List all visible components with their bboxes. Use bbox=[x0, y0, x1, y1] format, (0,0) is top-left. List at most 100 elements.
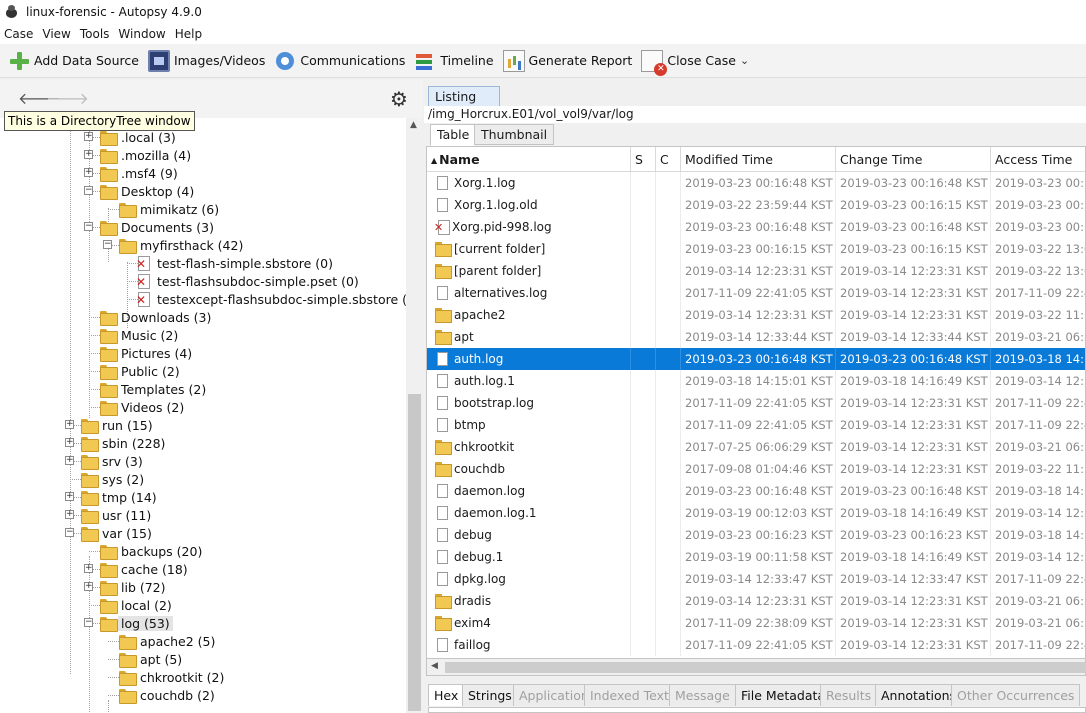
tree-node[interactable]: + tmp (14) bbox=[0, 488, 406, 506]
table-row[interactable]: dpkg.log 2019-03-14 12:33:47 KST 2019-03-1… bbox=[427, 568, 1085, 590]
expand-icon[interactable]: + bbox=[84, 150, 93, 159]
table-row[interactable]: faillog 2017-11-09 22:41:05 KST 2019-03-14… bbox=[427, 634, 1085, 656]
table-row[interactable]: daemon.log 2019-03-23 00:16:48 KST 2019-03… bbox=[427, 480, 1085, 502]
menu-case[interactable]: Case bbox=[4, 27, 33, 41]
tree-node[interactable]: ✕ testexcept-flashsubdoc-simple.sbstore (… bbox=[0, 290, 406, 308]
table-row[interactable]: debug.1 2019-03-19 00:11:58 KST 2019-03-18… bbox=[427, 546, 1085, 568]
tree-node[interactable]: apache2 (5) bbox=[0, 632, 406, 650]
tab-hex[interactable]: Hex bbox=[428, 684, 465, 706]
tree-node[interactable]: Videos (2) bbox=[0, 398, 406, 416]
tab-message[interactable]: Message bbox=[669, 684, 736, 706]
tree-node[interactable]: + run (15) bbox=[0, 416, 406, 434]
table-row[interactable]: exim4 2017-11-09 22:38:09 KST 2019-03-14 1… bbox=[427, 612, 1085, 634]
tree-node[interactable]: + sbin (228) bbox=[0, 434, 406, 452]
tree-node[interactable]: apt (5) bbox=[0, 650, 406, 668]
tab-strings[interactable]: Strings bbox=[462, 684, 518, 706]
tree-scrollbar[interactable]: ▲ bbox=[406, 118, 423, 713]
tab-other-occurrences[interactable]: Other Occurrences bbox=[951, 684, 1081, 706]
images-videos-button[interactable]: Images/Videos bbox=[147, 47, 265, 75]
column-header-modified-time[interactable]: Modified Time bbox=[681, 147, 836, 172]
expand-icon[interactable]: + bbox=[65, 492, 74, 501]
tree-node[interactable]: − myfirsthack (42) bbox=[0, 236, 406, 254]
menu-window[interactable]: Window bbox=[118, 27, 165, 41]
expand-icon[interactable]: + bbox=[84, 582, 93, 591]
table-row[interactable]: [parent folder] 2019-03-14 12:23:31 KST 20… bbox=[427, 260, 1085, 282]
tab-results[interactable]: Results bbox=[820, 684, 878, 706]
back-arrow-icon[interactable]: 🡐 bbox=[18, 88, 61, 110]
horizontal-scrollbar-thumb[interactable] bbox=[445, 662, 1086, 673]
table-row[interactable]: Xorg.1.log.old 2019-03-22 23:59:44 KST 201… bbox=[427, 194, 1085, 216]
table-horizontal-scrollbar[interactable]: ◀ bbox=[426, 659, 1086, 676]
tree-node[interactable]: local (2) bbox=[0, 596, 406, 614]
tree-node[interactable]: Downloads (3) bbox=[0, 308, 406, 326]
tree-node[interactable]: + cache (18) bbox=[0, 560, 406, 578]
chevron-down-icon[interactable]: ⌄ bbox=[740, 54, 749, 67]
column-header-change-time[interactable]: Change Time bbox=[836, 147, 991, 172]
table-row[interactable]: btmp 2017-11-09 22:41:05 KST 2019-03-14 12… bbox=[427, 414, 1085, 436]
table-row[interactable]: debug 2019-03-23 00:16:23 KST 2019-03-23 0… bbox=[427, 524, 1085, 546]
table-row[interactable]: Xorg.1.log 2019-03-23 00:16:48 KST 2019-03… bbox=[427, 172, 1085, 194]
table-row[interactable]: apache2 2019-03-14 12:23:31 KST 2019-03-14… bbox=[427, 304, 1085, 326]
tab-annotations[interactable]: Annotations bbox=[875, 684, 963, 706]
table-row[interactable]: bootstrap.log 2017-11-09 22:41:05 KST 2019… bbox=[427, 392, 1085, 414]
table-row[interactable]: chkrootkit 2017-07-25 06:06:29 KST 2019-03… bbox=[427, 436, 1085, 458]
tab-application[interactable]: Application bbox=[513, 684, 595, 706]
expand-icon[interactable]: + bbox=[65, 420, 74, 429]
forward-arrow-icon[interactable]: 🡒 bbox=[46, 88, 89, 110]
expand-icon[interactable]: + bbox=[84, 564, 93, 573]
table-row[interactable]: daemon.log.1 2019-03-19 00:12:03 KST 2019-… bbox=[427, 502, 1085, 524]
tree-node[interactable]: Music (2) bbox=[0, 326, 406, 344]
tree-node[interactable]: sys (2) bbox=[0, 470, 406, 488]
column-header-c[interactable]: C bbox=[656, 147, 681, 172]
scroll-left-arrow-icon[interactable]: ◀ bbox=[431, 661, 438, 671]
column-header-access-time[interactable]: Access Time bbox=[991, 147, 1085, 172]
tree-node[interactable]: − var (15) bbox=[0, 524, 406, 542]
close-case-button[interactable]: Close Case ⌄ bbox=[641, 47, 749, 76]
table-row[interactable]: Xorg.pid-998.log2019-03-23 00:16:48 KST2… bbox=[427, 216, 1085, 238]
tree-node[interactable]: + lib (72) bbox=[0, 578, 406, 596]
collapse-icon[interactable]: − bbox=[84, 186, 93, 195]
tab-indexed-text[interactable]: Indexed Text bbox=[584, 684, 675, 706]
expand-icon[interactable]: + bbox=[65, 510, 74, 519]
gear-icon[interactable]: ⚙ bbox=[387, 88, 411, 112]
tree-node[interactable]: ✕ test-flashsubdoc-simple.pset (0) bbox=[0, 272, 406, 290]
tree-node[interactable]: + .msf4 (9) bbox=[0, 164, 406, 182]
collapse-icon[interactable]: − bbox=[84, 222, 93, 231]
table-row[interactable]: apt 2019-03-14 12:33:44 KST 2019-03-14 12:… bbox=[427, 326, 1085, 348]
table-row[interactable]: dradis 2019-03-14 12:23:31 KST 2019-03-14 … bbox=[427, 590, 1085, 612]
tree-node[interactable]: couchdb (2) bbox=[0, 686, 406, 704]
collapse-icon[interactable]: − bbox=[65, 528, 74, 537]
tab-thumbnail[interactable]: Thumbnail bbox=[474, 124, 555, 145]
menu-tools[interactable]: Tools bbox=[80, 27, 110, 41]
expand-icon[interactable]: + bbox=[84, 168, 93, 177]
tab-table[interactable]: Table bbox=[430, 124, 477, 146]
expand-icon[interactable]: + bbox=[84, 132, 93, 141]
tree-node[interactable]: + .mozilla (4) bbox=[0, 146, 406, 164]
tree-node[interactable]: Public (2) bbox=[0, 362, 406, 380]
tab-file-metadata[interactable]: File Metadata bbox=[735, 684, 832, 706]
add-data-source-button[interactable]: Add Data Source bbox=[8, 47, 139, 75]
scroll-up-arrow-icon[interactable]: ▲ bbox=[410, 120, 417, 130]
tree-node[interactable]: Pictures (4) bbox=[0, 344, 406, 362]
tree-scrollbar-thumb[interactable] bbox=[408, 394, 421, 711]
tree-node[interactable]: − log (53) bbox=[0, 614, 406, 632]
tree-node[interactable]: + usr (11) bbox=[0, 506, 406, 524]
tree-node[interactable]: − Desktop (4) bbox=[0, 182, 406, 200]
tree-node[interactable]: Templates (2) bbox=[0, 380, 406, 398]
column-header-name[interactable]: ▲ Name bbox=[427, 147, 631, 172]
generate-report-button[interactable]: Generate Report bbox=[502, 47, 632, 75]
menu-help[interactable]: Help bbox=[175, 27, 202, 41]
table-row[interactable]: couchdb 2017-09-08 01:04:46 KST 2019-03-14… bbox=[427, 458, 1085, 480]
tree-node[interactable]: chkrootkit (2) bbox=[0, 668, 406, 686]
table-row[interactable]: [current folder] 2019-03-23 00:16:15 KST 2… bbox=[427, 238, 1085, 260]
table-row[interactable]: alternatives.log 2017-11-09 22:41:05 KST 2… bbox=[427, 282, 1085, 304]
timeline-button[interactable]: Timeline bbox=[414, 47, 494, 75]
tree-node[interactable]: ✕ test-flash-simple.sbstore (0) bbox=[0, 254, 406, 272]
tree-node[interactable]: backups (20) bbox=[0, 542, 406, 560]
tree-node[interactable]: + srv (3) bbox=[0, 452, 406, 470]
communications-button[interactable]: Communications bbox=[274, 47, 405, 75]
expand-icon[interactable]: + bbox=[65, 456, 74, 465]
tab-listing[interactable]: Listing bbox=[428, 86, 500, 106]
table-row[interactable]: auth.log.1 2019-03-18 14:15:01 KST 2019-03… bbox=[427, 370, 1085, 392]
tree-node[interactable]: mimikatz (6) bbox=[0, 200, 406, 218]
